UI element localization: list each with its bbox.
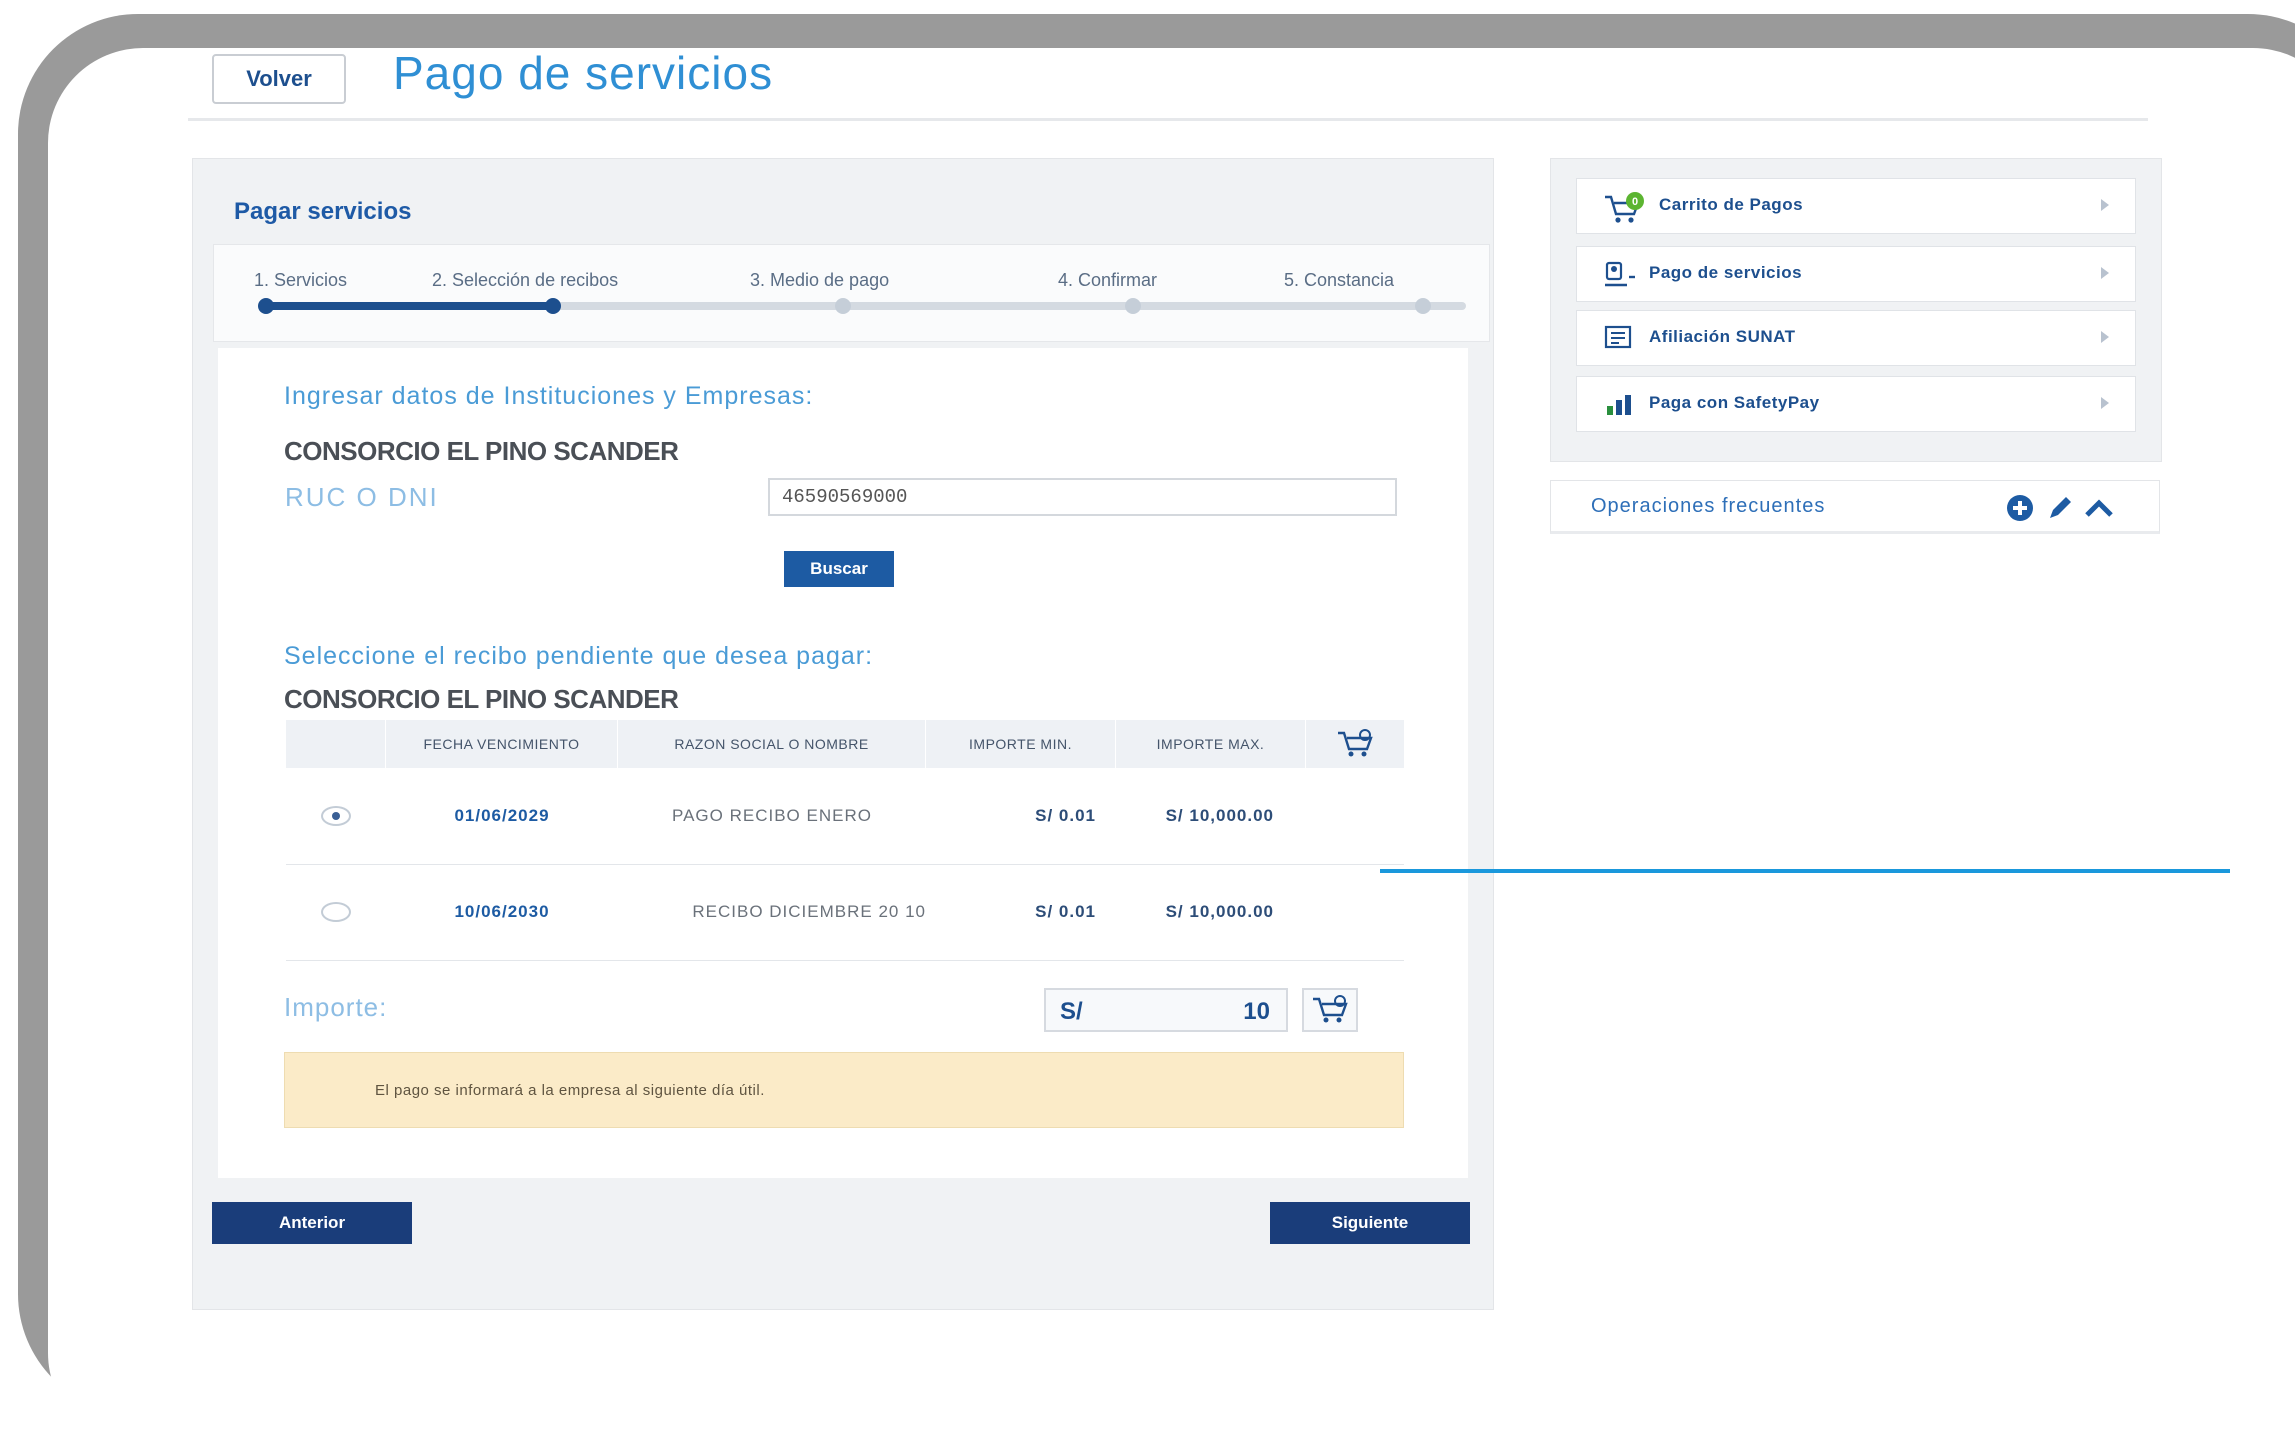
sunat-icon	[1603, 323, 1635, 353]
select-heading: Seleccione el recibo pendiente que desea…	[284, 642, 874, 670]
add-icon[interactable]	[2005, 493, 2035, 528]
table-row[interactable]: 01/06/2029 PAGO RECIBO ENERO S/ 0.01 S/ …	[286, 768, 1404, 865]
step-dot-3	[835, 298, 851, 314]
step-5: 5. Constancia	[1284, 270, 1395, 290]
row-description: RECIBO DICIEMBRE 20 10	[692, 902, 926, 921]
previous-button[interactable]: Anterior	[212, 1202, 412, 1244]
receipt-radio[interactable]	[321, 902, 351, 922]
chevron-right-icon	[2101, 267, 2109, 279]
table-company-name: CONSORCIO EL PINO SCANDER	[284, 684, 679, 714]
col-date: FECHA VENCIMIENTO	[386, 720, 618, 768]
edit-icon[interactable]	[2045, 493, 2075, 528]
row-description: PAGO RECIBO ENERO	[672, 806, 872, 825]
header-divider	[188, 118, 2148, 121]
next-button[interactable]: Siguiente	[1270, 1202, 1470, 1244]
step-4: 4. Confirmar	[1058, 270, 1158, 290]
currency-symbol: S/	[1060, 998, 1083, 1025]
company-name: CONSORCIO EL PINO SCANDER	[284, 436, 679, 466]
add-to-cart-button[interactable]	[1302, 988, 1358, 1032]
side-item-label: Paga con SafetyPay	[1649, 393, 1820, 412]
callout-line	[1380, 869, 2230, 873]
col-min: IMPORTE MIN.	[926, 720, 1116, 768]
table-row[interactable]: 10/06/2030 RECIBO DICIEMBRE 20 10 S/ 0.0…	[286, 864, 1404, 961]
col-select	[286, 720, 386, 768]
table-header: FECHA VENCIMIENTO RAZON SOCIAL O NOMBRE …	[286, 720, 1404, 768]
side-item-service-payment[interactable]: Pago de servicios	[1576, 246, 2136, 302]
frequent-operations-label: Operaciones frecuentes	[1591, 495, 1826, 517]
page-title: Pago de servicios	[393, 48, 774, 99]
col-name: RAZON SOCIAL O NOMBRE	[618, 720, 926, 768]
side-item-cart[interactable]: 0 Carrito de Pagos	[1576, 178, 2136, 234]
step-dot-4	[1125, 298, 1141, 314]
row-min-amount: S/ 0.01	[1035, 806, 1096, 825]
step-dot-2	[545, 298, 561, 314]
frequent-operations-bar[interactable]: Operaciones frecuentes	[1550, 480, 2160, 534]
side-item-sunat[interactable]: Afiliación SUNAT	[1576, 310, 2136, 366]
chevron-right-icon	[2101, 331, 2109, 343]
step-3: 3. Medio de pago	[750, 270, 890, 290]
cart-icon: 0	[1603, 191, 1644, 223]
search-button[interactable]: Buscar	[784, 551, 894, 587]
chevron-right-icon	[2101, 199, 2109, 211]
screen: Volver Pago de servicios Pagar servicios…	[48, 48, 2295, 1448]
panel-heading: Pagar servicios	[234, 198, 412, 225]
stepper	[213, 244, 1490, 342]
ruc-input[interactable]: 46590569000	[768, 478, 1397, 516]
service-payment-icon	[1603, 259, 1635, 289]
amount-input[interactable]: S/ 10	[1044, 988, 1288, 1032]
side-item-label: Pago de servicios	[1649, 263, 1803, 282]
safetypay-icon	[1603, 389, 1635, 419]
row-max-amount: S/ 10,000.00	[1165, 902, 1274, 921]
row-date: 01/06/2029	[454, 806, 550, 825]
step-dot-5	[1415, 298, 1431, 314]
chevron-up-icon[interactable]	[2083, 493, 2115, 528]
step-2: 2. Selección de recibos	[432, 270, 619, 290]
step-1: 1. Servicios	[254, 270, 348, 290]
receipt-radio-selected[interactable]	[321, 806, 351, 826]
cart-badge: 0	[1632, 196, 1638, 208]
info-notice: El pago se informará a la empresa al sig…	[284, 1052, 1404, 1128]
chevron-right-icon	[2101, 397, 2109, 409]
side-item-safetypay[interactable]: Paga con SafetyPay	[1576, 376, 2136, 432]
col-max: IMPORTE MAX.	[1116, 720, 1306, 768]
ruc-label: RUC O DNI	[285, 482, 439, 512]
amount-value: 10	[1243, 998, 1270, 1025]
cart-icon	[1313, 995, 1348, 1023]
step-progress	[266, 302, 553, 310]
step-dot-1	[258, 298, 274, 314]
row-min-amount: S/ 0.01	[1035, 902, 1096, 921]
row-date: 10/06/2030	[454, 902, 550, 921]
amount-label: Importe:	[284, 992, 388, 1022]
cart-icon	[1306, 720, 1404, 768]
form-heading: Ingresar datos de Instituciones y Empres…	[284, 382, 814, 410]
back-button[interactable]: Volver	[212, 54, 346, 104]
side-item-label: Carrito de Pagos	[1659, 195, 1804, 214]
row-max-amount: S/ 10,000.00	[1165, 806, 1274, 825]
side-item-label: Afiliación SUNAT	[1649, 327, 1796, 346]
